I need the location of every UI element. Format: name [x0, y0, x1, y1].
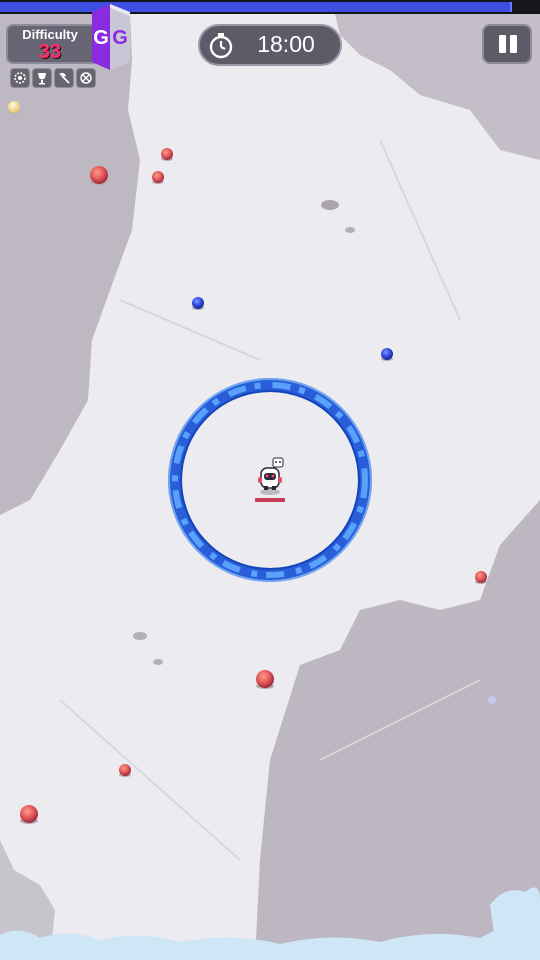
gem: [488, 696, 496, 704]
gear-icon: [14, 72, 26, 84]
gem: [90, 166, 108, 185]
ability-slot: [76, 68, 96, 88]
ability-slot: [32, 68, 52, 88]
xp-bar-fill: [0, 2, 513, 12]
gem: [119, 764, 131, 777]
gem: [256, 670, 274, 689]
gem: [161, 148, 173, 161]
ability-slot: [10, 68, 30, 88]
gem: [20, 805, 38, 824]
timer-text: 18:00: [257, 31, 315, 57]
survival-timer: 18:00: [198, 24, 342, 66]
stopwatch-icon: [209, 33, 233, 59]
gem: [475, 571, 487, 584]
gg-logo-letter-right: G: [112, 27, 128, 49]
ice-patch: [153, 659, 163, 665]
ability-row: [10, 68, 96, 88]
ability-slot: [54, 68, 74, 88]
pause-button[interactable]: [482, 24, 532, 64]
gem: [8, 101, 20, 114]
axe-icon: [59, 72, 70, 84]
ice-patch: [321, 200, 339, 210]
gg-logo-letter-left: G: [93, 27, 109, 49]
trophy-icon: [38, 73, 46, 85]
gem: [152, 171, 164, 184]
game-world: [0, 0, 540, 960]
ice-patch: [133, 632, 147, 640]
gg-overlay-logo[interactable]: G G: [78, 2, 138, 74]
player-health-bar: [255, 498, 285, 502]
gem: [381, 348, 393, 361]
gem: [192, 297, 204, 310]
ice-patch: [345, 227, 355, 233]
crosshair-icon: [80, 72, 92, 84]
